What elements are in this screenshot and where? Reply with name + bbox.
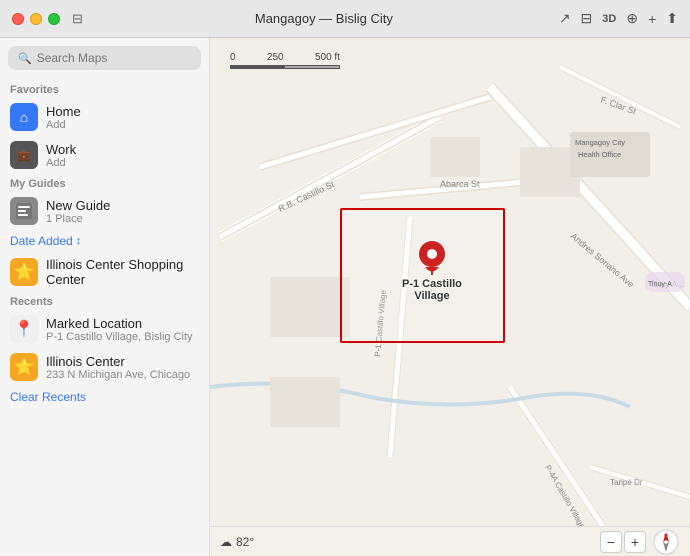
marked-location-sub: P-1 Castillo Village, Bislig City: [46, 331, 193, 343]
toolbar-icons: ↗ ⊟ 3D ⊕ + ⬆: [559, 10, 678, 27]
recents-label: Recents: [0, 292, 209, 310]
sort-direction-icon: ↕: [76, 235, 82, 247]
sidebar-item-marked-location[interactable]: 📍 Marked Location P-1 Castillo Village, …: [0, 310, 209, 348]
zoom-plus-button[interactable]: +: [624, 531, 646, 553]
work-icon: 💼: [10, 141, 38, 169]
search-input[interactable]: [37, 51, 191, 65]
window-title: Mangagoy — Bislig City: [89, 11, 559, 26]
home-icon: ⌂: [10, 103, 38, 131]
home-item-text: Home Add: [46, 104, 81, 131]
sidebar: 🔍 Favorites ⌂ Home Add 💼 Work Add My Gui…: [0, 38, 210, 556]
new-guide-sub: 1 Place: [46, 213, 110, 225]
upload-icon[interactable]: ⬆: [666, 10, 678, 27]
scale-500: 500 ft: [315, 52, 340, 63]
illinois-center-recent-text: Illinois Center 233 N Michigan Ave, Chic…: [46, 354, 190, 381]
selection-box: P-1 CastilloVillage: [340, 208, 505, 343]
grid-icon[interactable]: ⊟: [581, 10, 593, 27]
pin-icon: [418, 240, 446, 276]
layers-icon[interactable]: ⊕: [626, 10, 638, 27]
illinois-center-recent-icon: ⭐: [10, 353, 38, 381]
temperature: 82°: [236, 535, 254, 549]
new-guide-name: New Guide: [46, 198, 110, 213]
add-icon[interactable]: +: [648, 11, 656, 27]
map-view-icon: ⊟: [72, 11, 83, 27]
favorites-label: Favorites: [0, 80, 209, 98]
sidebar-item-home[interactable]: ⌂ Home Add: [0, 98, 209, 136]
compass-icon: N: [653, 529, 679, 555]
illinois-center-recent-name: Illinois Center: [46, 354, 190, 369]
map-area[interactable]: R.B. Castillo St Abarca St Andres Sorian…: [210, 38, 690, 556]
sidebar-item-new-guide[interactable]: New Guide 1 Place: [0, 192, 209, 230]
compass: N: [652, 528, 680, 556]
weather-info: ☁ 82°: [220, 535, 254, 549]
work-item-name: Work: [46, 142, 76, 157]
illinois-center-recent-sub: 233 N Michigan Ave, Chicago: [46, 369, 190, 381]
svg-text:Health Office: Health Office: [578, 150, 621, 159]
map-pin-container: P-1 CastilloVillage: [402, 240, 462, 302]
clear-recents-button[interactable]: Clear Recents: [0, 386, 209, 408]
svg-text:N: N: [664, 534, 668, 540]
sidebar-item-illinois-center-guide[interactable]: ⭐ Illinois Center Shopping Center: [0, 252, 209, 292]
scale-bar: 0 250 500 ft: [230, 52, 340, 69]
marked-location-name: Marked Location: [46, 316, 193, 331]
date-sort[interactable]: Date Added ↕: [0, 230, 209, 252]
traffic-lights: [12, 13, 60, 25]
my-guides-label: My Guides: [0, 174, 209, 192]
work-item-sub: Add: [46, 157, 76, 169]
illinois-center-guide-name: Illinois Center Shopping Center: [46, 257, 199, 287]
home-item-sub: Add: [46, 119, 81, 131]
scale-line: [230, 65, 340, 69]
pin-label: P-1 CastilloVillage: [402, 278, 462, 302]
svg-text:Mangagoy City: Mangagoy City: [575, 138, 625, 147]
new-guide-item-text: New Guide 1 Place: [46, 198, 110, 225]
map-controls: − + N: [600, 528, 680, 556]
home-item-name: Home: [46, 104, 81, 119]
svg-text:Taripé Dr: Taripé Dr: [610, 478, 643, 487]
maximize-button[interactable]: [48, 13, 60, 25]
svg-text:Abarca St: Abarca St: [440, 179, 480, 189]
zoom-controls: − +: [600, 531, 646, 553]
marked-location-icon: 📍: [10, 315, 38, 343]
guide-icon: [10, 197, 38, 225]
map-bottom-bar: ☁ 82° − + N: [210, 526, 690, 556]
minimize-button[interactable]: [30, 13, 42, 25]
svg-text:Tinuy-A: Tinuy-A: [648, 281, 672, 288]
date-added-label[interactable]: Date Added: [10, 234, 73, 248]
scale-250: 250: [267, 52, 284, 63]
threed-icon[interactable]: 3D: [602, 13, 616, 25]
title-bar: ⊟ Mangagoy — Bislig City ↗ ⊟ 3D ⊕ + ⬆: [0, 0, 690, 38]
close-button[interactable]: [12, 13, 24, 25]
scale-0: 0: [230, 52, 236, 63]
search-icon: 🔍: [18, 52, 32, 65]
illinois-center-guide-icon: ⭐: [10, 258, 38, 286]
sidebar-item-illinois-center-recent[interactable]: ⭐ Illinois Center 233 N Michigan Ave, Ch…: [0, 348, 209, 386]
illinois-center-guide-text: Illinois Center Shopping Center: [46, 257, 199, 287]
main-content: 🔍 Favorites ⌂ Home Add 💼 Work Add My Gui…: [0, 38, 690, 556]
search-bar[interactable]: 🔍: [8, 46, 201, 70]
share-icon[interactable]: ↗: [559, 10, 571, 27]
scale-numbers: 0 250 500 ft: [230, 52, 340, 63]
weather-icon: ☁: [220, 535, 232, 549]
sidebar-item-work[interactable]: 💼 Work Add: [0, 136, 209, 174]
zoom-minus-button[interactable]: −: [600, 531, 622, 553]
work-item-text: Work Add: [46, 142, 76, 169]
marked-location-text: Marked Location P-1 Castillo Village, Bi…: [46, 316, 193, 343]
